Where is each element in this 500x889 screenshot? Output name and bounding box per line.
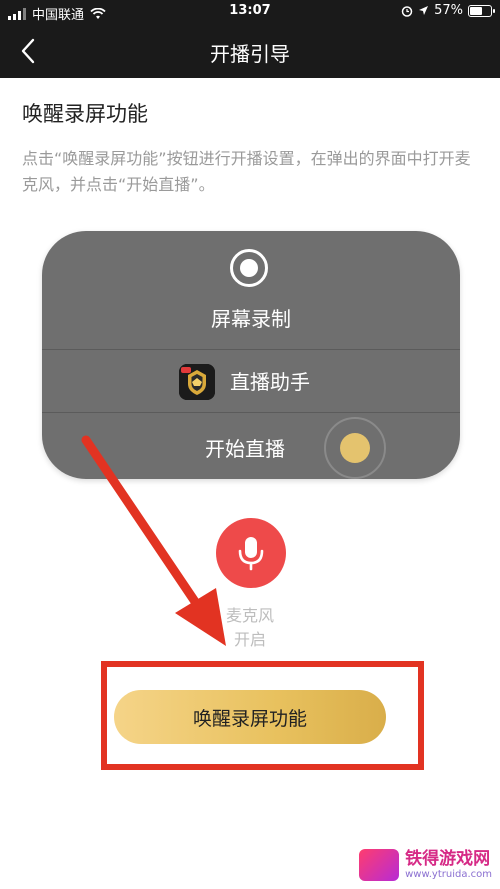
- screen-record-row[interactable]: 屏幕录制: [42, 231, 460, 350]
- live-assistant-app-icon: [179, 364, 215, 400]
- microphone-state: 开启: [233, 630, 266, 649]
- screen-record-panel: 屏幕录制 直播助手 开始直播: [42, 231, 460, 479]
- broadcast-app-row[interactable]: 直播助手: [42, 350, 460, 413]
- start-broadcast-label: 开始直播: [205, 437, 285, 461]
- section-title: 唤醒录屏功能: [22, 102, 148, 126]
- record-icon: [230, 249, 268, 287]
- nav-bar: 开播引导: [0, 24, 500, 78]
- section-description: 点击“唤醒录屏功能”按钮进行开播设置，在弹出的界面中打开麦克风，并点击“开始直播…: [22, 149, 471, 194]
- microphone-icon: [238, 537, 264, 571]
- watermark-name: 铁得游戏网: [405, 849, 491, 870]
- status-right: 57%: [401, 3, 495, 18]
- watermark-url: www.ytruida.com: [405, 868, 492, 880]
- battery-percent: 57%: [434, 3, 463, 18]
- alarm-icon: [401, 5, 413, 17]
- battery-icon: [468, 4, 495, 17]
- start-broadcast-row[interactable]: 开始直播: [42, 413, 460, 479]
- status-bar: 中国联通 13:07 57%: [0, 0, 500, 24]
- page-title: 开播引导: [210, 42, 290, 66]
- microphone-label: 麦克风: [225, 606, 274, 625]
- microphone-button[interactable]: [216, 518, 286, 588]
- screen-record-label: 屏幕录制: [211, 307, 291, 331]
- watermark-text: 铁得游戏网 www.ytruida.com: [405, 850, 492, 880]
- watermark-logo-icon: [359, 849, 400, 881]
- live-assistant-label: 直播助手: [230, 370, 310, 394]
- start-broadcast-dot: [340, 433, 370, 463]
- wake-screen-record-button[interactable]: 唤醒录屏功能: [114, 690, 386, 744]
- start-broadcast-toggle[interactable]: [324, 417, 386, 479]
- location-arrow-icon: [419, 6, 429, 15]
- watermark: 铁得游戏网 www.ytruida.com: [359, 849, 492, 881]
